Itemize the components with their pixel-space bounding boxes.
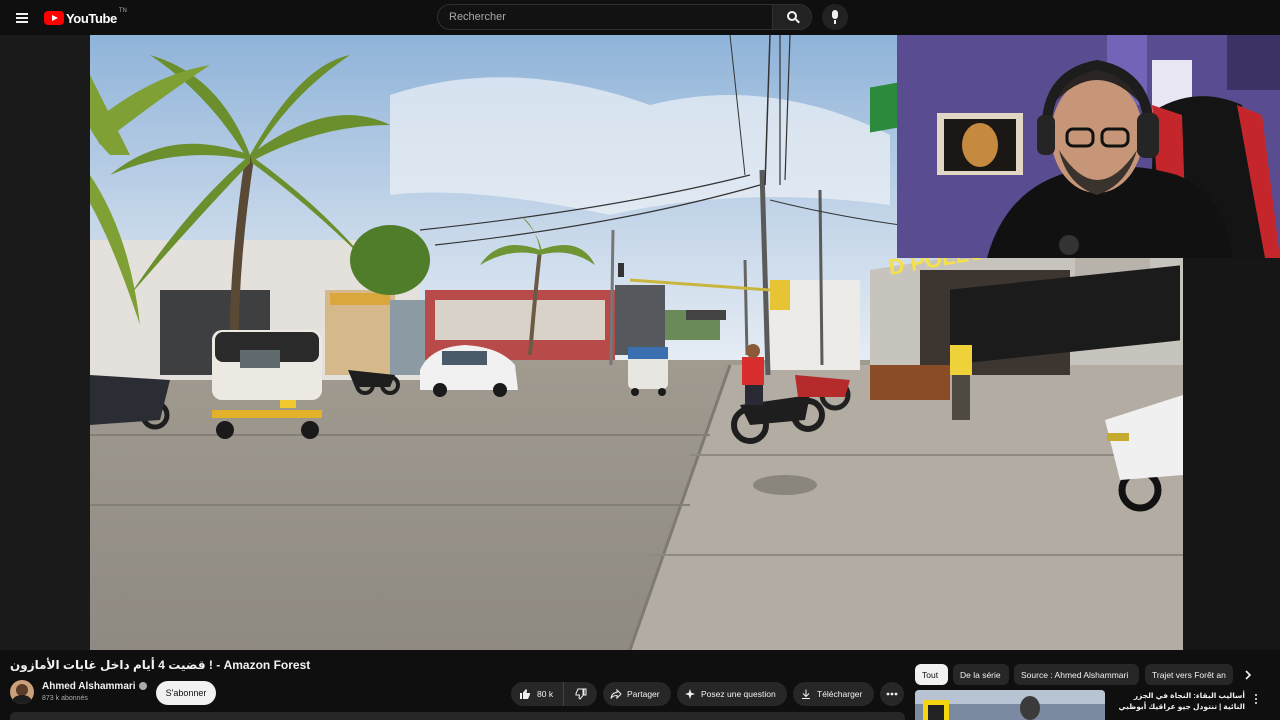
video-player[interactable]: D POLLO (0, 35, 1280, 650)
recommendation-title[interactable]: أساليب البقاء: النجاة في الجزر النائية |… (1110, 690, 1246, 712)
voice-search-button[interactable] (822, 4, 848, 30)
more-actions-button[interactable] (880, 682, 904, 706)
dislike-button[interactable] (564, 688, 597, 700)
logo-country-code: TN (118, 8, 127, 14)
microphone-icon (832, 10, 838, 19)
search-input[interactable]: Rechercher (437, 4, 772, 30)
search-button[interactable] (772, 4, 812, 30)
video-title: قضيت 4 أيام داخل غابات الأمازون ! - Amaz… (10, 658, 311, 672)
thumbnail-image (915, 690, 1105, 720)
ask-question-label: Posez une question (701, 689, 776, 699)
share-icon (610, 688, 622, 700)
recommendation-thumbnail[interactable] (915, 690, 1105, 720)
verified-icon (138, 682, 147, 690)
thumbs-up-icon (520, 689, 530, 699)
menu-icon[interactable] (10, 6, 34, 30)
youtube-play-icon (44, 11, 64, 25)
thumbs-down-icon (575, 688, 586, 700)
like-button[interactable]: 80 k (511, 682, 564, 706)
search-box: Rechercher (437, 4, 812, 30)
recommendation-more-icon[interactable] (1250, 692, 1262, 708)
download-icon (802, 689, 810, 699)
channel-name-link[interactable]: Ahmed Alshammari (42, 681, 147, 692)
logo-text: YouTube (66, 10, 117, 26)
subscriber-count: 873 k abonnés (42, 695, 88, 702)
chip-all[interactable]: Tout (915, 664, 948, 685)
chip-source[interactable]: Source : Ahmed Alshammari (1014, 664, 1139, 685)
channel-avatar[interactable] (10, 680, 34, 704)
youtube-logo[interactable]: YouTube TN (44, 8, 127, 27)
streamer-webcam (897, 35, 1280, 258)
share-label: Partager (627, 689, 660, 699)
download-button[interactable]: Télécharger (793, 682, 874, 706)
more-horizontal-icon (886, 692, 898, 696)
webcam-scene (897, 35, 1280, 258)
chips-next-button[interactable] (1238, 664, 1258, 685)
subscribe-button[interactable]: S'abonner (156, 681, 216, 705)
player-letterbox-left (0, 35, 90, 650)
ask-question-button[interactable]: Posez une question (677, 682, 787, 706)
chip-series[interactable]: De la série (953, 664, 1009, 685)
channel-name: Ahmed Alshammari (42, 681, 136, 692)
chip-trajet[interactable]: Trajet vers Forêt an (1145, 664, 1233, 685)
sparkle-icon (685, 689, 695, 699)
share-button[interactable]: Partager (603, 682, 671, 706)
like-count: 80 k (537, 689, 554, 699)
download-label: Télécharger (817, 689, 863, 699)
like-dislike-group: 80 k (511, 682, 597, 706)
chevron-right-icon (1245, 669, 1252, 680)
masthead: YouTube TN Rechercher (0, 0, 1280, 35)
description-box[interactable] (10, 712, 905, 720)
